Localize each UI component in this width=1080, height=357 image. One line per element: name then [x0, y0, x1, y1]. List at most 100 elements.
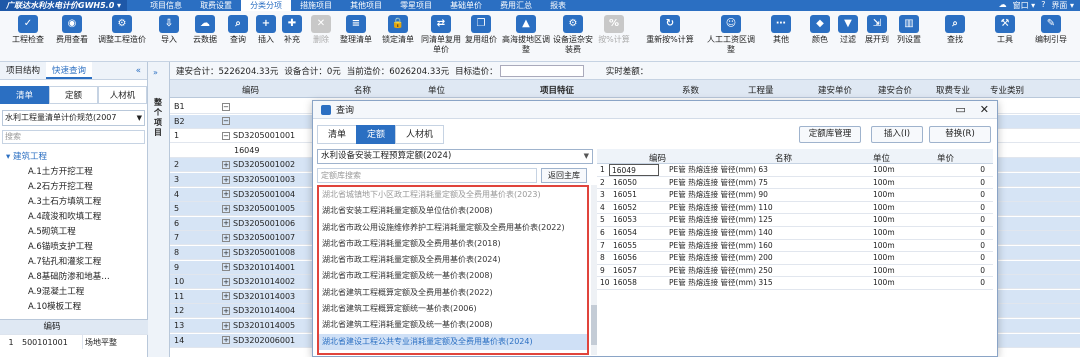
grid-column-header[interactable]: 系数	[682, 84, 699, 96]
left-tab[interactable]: 项目结构	[0, 62, 46, 79]
result-row[interactable]: 2 16050 PE管 热熔连接 管径(mm) 75 100m 0	[597, 177, 993, 190]
expand-icon[interactable]: +	[222, 160, 230, 169]
menu-item[interactable]: 报表	[541, 0, 575, 11]
dialog-tab[interactable]: 人材机	[395, 125, 445, 144]
import-button[interactable]: ⇩ 导入	[152, 15, 186, 45]
left-subtab[interactable]: 定额	[49, 86, 98, 104]
grid-column-header[interactable]: 取费专业	[936, 84, 970, 96]
supplement-button[interactable]: ✚ 补充	[278, 15, 306, 45]
find-button[interactable]: ⌕ 查找	[926, 15, 984, 45]
norm-list-item[interactable]: 湖北省市政工程消耗量定额及统一基价表(2008)	[319, 268, 587, 284]
tree-item[interactable]: A.8基础防渗和地基…	[0, 270, 147, 285]
tree-item[interactable]: A.9混凝土工程	[0, 285, 147, 300]
norm-list-item[interactable]: 湖北省市政工程消耗量定额及全费用基价表(2018)	[319, 236, 587, 252]
filter-button[interactable]: ▼ 过滤	[834, 15, 862, 45]
tools-button[interactable]: ⚒ 工具	[984, 15, 1026, 45]
norm-search-input[interactable]: 定额库搜索	[317, 168, 537, 183]
menu-item[interactable]: 措施项目	[291, 0, 341, 11]
tree-item[interactable]: A.4疏浚和吹填工程	[0, 210, 147, 225]
left-subtab[interactable]: 清单	[0, 86, 49, 104]
expand-icon[interactable]: +	[222, 175, 230, 184]
result-column-header[interactable]: 编码	[649, 152, 666, 164]
spec-select[interactable]: 水利工程量清单计价规范(2007 ▼	[2, 110, 145, 126]
maximize-icon[interactable]: ▭	[955, 103, 965, 116]
expand-icon[interactable]: −	[222, 131, 230, 140]
norm-list-item[interactable]: 湖北省安装工程消耗量定额及单位估价表(2008)	[319, 203, 587, 219]
tree-item[interactable]: A.3土石方填筑工程	[0, 195, 147, 210]
expand-icon[interactable]: +	[222, 336, 230, 345]
result-row[interactable]: 6 16054 PE管 热熔连接 管径(mm) 140 100m 0	[597, 227, 993, 240]
left-subtab[interactable]: 人材机	[98, 86, 147, 104]
result-row[interactable]: 5 16053 PE管 热熔连接 管径(mm) 125 100m 0	[597, 214, 993, 227]
grid-column-header[interactable]: 工程量	[748, 84, 774, 96]
other-button[interactable]: ⋯ 其他	[756, 15, 806, 45]
result-row[interactable]: 10 16058 PE管 热熔连接 管径(mm) 315 100m 0	[597, 277, 993, 290]
grid-column-header[interactable]: 建安单价	[818, 84, 852, 96]
norm-list-item[interactable]: 湖北省建设工程公共专业消耗量定额及全费用基价表(2024)	[319, 333, 587, 350]
grid-column-header[interactable]: 名称	[354, 84, 371, 96]
menu-item[interactable]: 分类分项	[241, 0, 292, 11]
search-button[interactable]: ⌕ 查询	[224, 15, 252, 45]
menu-item[interactable]: 费用汇总	[491, 0, 541, 11]
recalc-button[interactable]: ↻ 重新按%计算	[634, 15, 706, 45]
expand-icon[interactable]: +	[222, 204, 230, 213]
insert-button[interactable]: 插入(I)	[871, 126, 923, 143]
grid-column-header[interactable]: 项目特征	[540, 84, 574, 96]
collapse-icon[interactable]: »	[153, 68, 158, 77]
grid-column-header[interactable]: 专业类别	[990, 84, 1024, 96]
tree-item[interactable]: A.7钻孔和灌浆工程	[0, 255, 147, 270]
tree-root[interactable]: ▾ 建筑工程	[0, 150, 147, 165]
collapse-icon[interactable]: −	[222, 102, 230, 111]
norm-list-item[interactable]: 湖北省建筑工程概算定额统一基价表(2006)	[319, 301, 587, 317]
guide-button[interactable]: ✎ 编制引导	[1026, 15, 1076, 45]
norm-library-manage-button[interactable]: 定额库管理	[799, 126, 861, 143]
adjust-button[interactable]: ⚙ 调整工程造价	[92, 15, 152, 45]
color-button[interactable]: ◆ 颜色	[806, 15, 834, 45]
reuse-button[interactable]: ⇄ 同清单复用单价	[420, 15, 462, 55]
menu-item[interactable]: 其他项目	[341, 0, 391, 11]
grid-column-header[interactable]: 建安合价	[878, 84, 912, 96]
result-row[interactable]: 7 16055 PE管 热熔连接 管径(mm) 160 100m 0	[597, 240, 993, 253]
result-column-header[interactable]: 单位	[873, 152, 890, 164]
tree-item[interactable]: A.10模板工程	[0, 300, 147, 315]
norm-list-item[interactable]: 湖北省建筑工程消耗量定额及统一基价表(2008)	[319, 317, 587, 333]
tree-item[interactable]: A.1土方开挖工程	[0, 165, 147, 180]
insert-button[interactable]: + 插入	[252, 15, 280, 45]
expand-icon[interactable]: +	[222, 263, 230, 272]
norm-select[interactable]: 水利设备安装工程预算定额(2024) ▼	[317, 149, 593, 164]
menu-item[interactable]: 项目信息	[141, 0, 191, 11]
result-row[interactable]: 1 16049 PE管 热熔连接 管径(mm) 63 100m 0	[597, 164, 993, 177]
grid-column-header[interactable]: 单位	[428, 84, 445, 96]
norm-list-item[interactable]: 湖北省建筑工程概算定额及全费用基价表(2022)	[319, 285, 587, 301]
norm-list-item[interactable]: 湖北省市政公用设施维修养护工程消耗量定额及全费用基价表(2022)	[319, 220, 587, 236]
cloud-button[interactable]: ☁ 云数据	[186, 15, 224, 45]
expand-icon[interactable]: +	[222, 248, 230, 257]
result-row[interactable]: 4 16052 PE管 热熔连接 管径(mm) 110 100m 0	[597, 202, 993, 215]
grid-column-header[interactable]: 编码	[242, 84, 259, 96]
wage-button[interactable]: ☺ 人工工资区调整	[706, 15, 756, 55]
tree-item[interactable]: A.2石方开挖工程	[0, 180, 147, 195]
eye-button[interactable]: ◉ 费用查看	[52, 15, 92, 45]
replace-button[interactable]: 替换(R)	[929, 126, 991, 143]
title-right-item[interactable]: ☁	[999, 0, 1007, 11]
norm-list-item[interactable]: 湖北省城镇地下小区政工程消耗量定额及全费用基价表(2023)	[319, 187, 587, 203]
expand-icon[interactable]: +	[222, 321, 230, 330]
close-icon[interactable]: ✕	[980, 103, 989, 116]
collapse-left-icon[interactable]: «	[130, 62, 147, 79]
tree-item[interactable]: A.6锚喷支护工程	[0, 240, 147, 255]
title-right-item[interactable]: 界面 ▾	[1051, 0, 1074, 11]
result-row[interactable]: 3 16051 PE管 热熔连接 管径(mm) 90 100m 0	[597, 189, 993, 202]
expand-icon[interactable]: +	[222, 233, 230, 242]
result-row[interactable]: 9 16057 PE管 热熔连接 管径(mm) 250 100m 0	[597, 265, 993, 278]
expand-icon[interactable]: +	[222, 306, 230, 315]
expand-icon[interactable]: +	[222, 219, 230, 228]
left-search-input[interactable]: 搜索	[2, 130, 145, 144]
title-right-item[interactable]: ?	[1041, 0, 1045, 11]
menu-item[interactable]: 零星项目	[391, 0, 441, 11]
tree-item[interactable]: A.5砌筑工程	[0, 225, 147, 240]
result-row[interactable]: 8 16056 PE管 热熔连接 管径(mm) 200 100m 0	[597, 252, 993, 265]
result-column-header[interactable]: 单价	[937, 152, 954, 164]
norm-list-item[interactable]: 湖北省市政工程消耗量定额及全费用基价表(2024)	[319, 252, 587, 268]
altitude-button[interactable]: ▲ 高海拔地区调整	[500, 15, 552, 55]
left-tab[interactable]: 快速查询	[46, 62, 93, 79]
